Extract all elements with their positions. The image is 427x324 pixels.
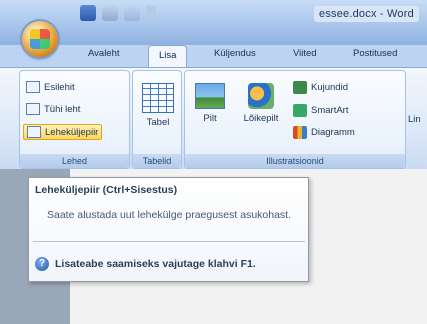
illustrations-group: Pilt Lõikepilt Kujundid SmartArt Diagram… — [184, 70, 406, 169]
blank-page-button[interactable]: Tühi leht — [26, 103, 80, 115]
links-group-peek: Lin — [408, 114, 421, 125]
tab-mailings[interactable]: Postitused — [353, 48, 397, 59]
tooltip-help-text: Lisateabe saamiseks vajutage klahvi F1. — [55, 258, 256, 270]
page-break-label: Leheküljepiir — [45, 126, 99, 138]
tooltip-title: Leheküljepiir (Ctrl+Sisestus) — [35, 184, 178, 196]
office-button[interactable] — [22, 21, 58, 57]
tooltip-separator — [33, 241, 305, 242]
clipart-button[interactable]: Lõikepilt — [239, 83, 283, 124]
chart-label: Diagramm — [311, 127, 355, 138]
tooltip-help-row: ? Lisateabe saamiseks vajutage klahvi F1… — [35, 257, 256, 271]
table-icon — [142, 83, 174, 113]
smartart-button[interactable]: SmartArt — [293, 104, 348, 117]
clipart-icon — [248, 83, 274, 109]
tab-layout[interactable]: Küljendus — [214, 48, 256, 59]
clipart-button-label: Lõikepilt — [243, 113, 279, 124]
pages-group: Esilehit Tühi leht Leheküljepiir Lehed — [19, 70, 130, 169]
page-break-icon — [27, 126, 41, 138]
tables-group: Tabel Tabelid — [132, 70, 182, 169]
title-bar: essee.docx - Word — [0, 0, 427, 45]
tables-group-label: Tabelid — [133, 154, 181, 168]
shapes-icon — [293, 81, 307, 94]
redo-icon[interactable] — [124, 5, 140, 21]
cover-page-button[interactable]: Esilehit — [26, 81, 75, 93]
page-break-button[interactable]: Leheküljepiir — [23, 124, 103, 140]
shapes-button[interactable]: Kujundid — [293, 81, 348, 94]
save-icon[interactable] — [80, 5, 96, 21]
chart-icon — [293, 126, 307, 139]
tab-references[interactable]: Viited — [293, 48, 317, 59]
ribbon-tabs: Avaleht Lisa Küljendus Viited Postitused — [0, 45, 427, 67]
page-break-tooltip: Leheküljepiir (Ctrl+Sisestus) Saate alus… — [28, 177, 309, 282]
tooltip-body: Saate alustada uut lehekülge praegusest … — [47, 209, 292, 221]
chart-button[interactable]: Diagramm — [293, 126, 355, 139]
window-title: essee.docx - Word — [314, 6, 419, 22]
picture-button-label: Pilt — [203, 113, 217, 124]
customize-qat-icon[interactable] — [146, 5, 156, 21]
cover-page-label: Esilehit — [44, 81, 75, 93]
smartart-label: SmartArt — [311, 105, 349, 116]
blank-page-label: Tühi leht — [44, 103, 81, 115]
quick-access-toolbar — [80, 5, 156, 21]
office-logo-icon — [30, 29, 50, 49]
table-button-label: Tabel — [146, 117, 170, 128]
cover-page-icon — [26, 81, 40, 93]
undo-icon[interactable] — [102, 5, 118, 21]
illustrations-group-label: Illustratsioonid — [185, 154, 405, 168]
picture-button[interactable]: Pilt — [193, 83, 227, 124]
tab-home[interactable]: Avaleht — [88, 48, 120, 59]
tab-insert[interactable]: Lisa — [148, 45, 188, 67]
help-icon: ? — [35, 257, 49, 271]
smartart-icon — [293, 104, 307, 117]
pages-group-label: Lehed — [20, 154, 129, 168]
blank-page-icon — [26, 103, 40, 115]
ribbon: Esilehit Tühi leht Leheküljepiir Lehed T… — [0, 67, 427, 169]
table-button[interactable]: Tabel — [141, 83, 175, 128]
picture-icon — [195, 83, 225, 109]
shapes-label: Kujundid — [311, 82, 348, 93]
